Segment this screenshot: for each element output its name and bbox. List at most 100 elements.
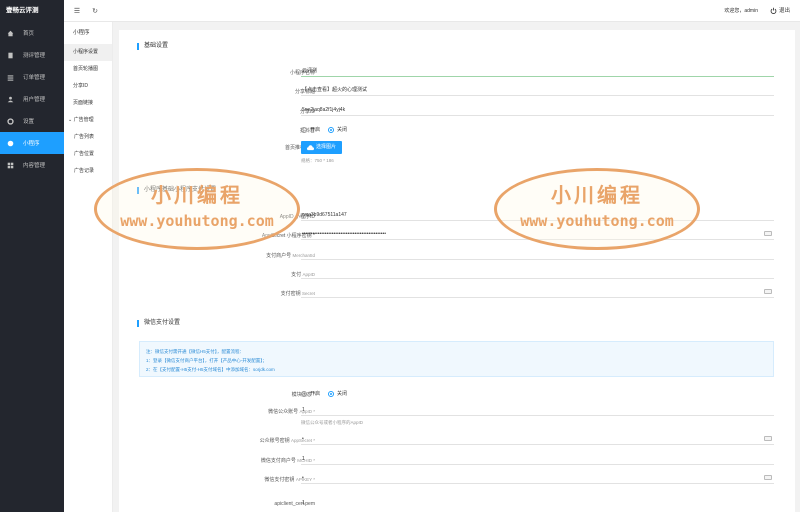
radio-on[interactable] — [301, 126, 307, 133]
subnav-item-share-id[interactable]: 分享ID — [64, 78, 112, 95]
sidebar-item-label: 用户管理 — [23, 97, 46, 103]
name-input[interactable]: 云评测 — [301, 66, 774, 77]
sidebar-item-label: 小程序 — [23, 141, 40, 147]
watermark-line2: www.youhutong.com — [120, 212, 274, 230]
secret-value: ••••••••••••••••••••••••••••••••••••••••… — [302, 231, 387, 237]
form-row-mp-appid: 微信公众账号 AppID * 1 — [119, 405, 795, 419]
content-icon — [7, 162, 14, 169]
password-toggle-icon[interactable] — [764, 436, 772, 441]
sidebar-item-label: 设置 — [23, 119, 35, 125]
form-row-mode: 模块状态 * 开启 关闭 — [119, 388, 795, 402]
sidebar-item-label: 首页 — [23, 31, 35, 37]
apikey-value: • — [302, 475, 304, 481]
form-row-mchid: 微信支付商户号 MCHID * 1 — [119, 454, 795, 468]
watermark-line1: 小川编程 — [151, 183, 243, 207]
watermark-left: 小川编程 www.youhutong.com — [94, 168, 300, 250]
mp-secret-input[interactable]: • — [301, 434, 774, 445]
form-row-share-id: 分享ID 5ne2jaq8a2f1j4yj4k — [119, 105, 795, 119]
password-toggle-icon[interactable] — [764, 289, 772, 294]
topbar: ☰ ↻ 欢迎您，admin 退出 — [64, 0, 800, 22]
main-panel: 基础设置 小程序名称 云评测 分享标题 【点击查看】超火的心理测试 分享ID 5… — [119, 30, 795, 512]
radio-off[interactable] — [328, 390, 335, 397]
radio-off[interactable] — [328, 126, 335, 133]
watermark-right: 小川编程 www.youhutong.com — [494, 168, 700, 250]
subnav-item-ad-list[interactable]: 广告列表 — [64, 129, 112, 146]
form-row-share-title: 分享标题 【点击查看】超火的心理测试 — [119, 85, 795, 99]
logout-label: 退出 — [778, 8, 790, 14]
password-toggle-icon[interactable] — [764, 231, 772, 236]
apikey-input[interactable]: • — [301, 473, 774, 484]
subnav-item-settings[interactable]: 小程序设置 — [64, 44, 112, 61]
pay-secret-input[interactable] — [301, 287, 774, 298]
mchid-input[interactable]: 1 — [301, 454, 774, 465]
form-row-mp-secret: 公众账号密钥 AppSecret * • — [119, 434, 795, 448]
subnav-item-carousel[interactable]: 首页轮播图 — [64, 61, 112, 78]
radio-on-label: 开启 — [310, 127, 321, 133]
tiktok-radio-group: 开启 关闭 — [301, 126, 347, 133]
subnav-item-ad-position[interactable]: 广告位置 — [64, 146, 112, 163]
miniprogram-icon — [7, 140, 14, 147]
radio-on-label: 开启 — [310, 391, 321, 397]
sidebar-item-label: 测评管理 — [23, 53, 46, 59]
notice-line: 1：登录【微信支付商户平台】，打开【产品中心-开发配置】； — [146, 358, 267, 363]
list-icon — [7, 74, 14, 81]
subnav-item-page-links[interactable]: 页面链接 — [64, 95, 112, 112]
sidebar-item-home[interactable]: 首页 — [0, 22, 64, 44]
form-row-tiktok: 抖抖音 开启 关闭 — [119, 124, 795, 138]
sidebar-item-settings[interactable]: 设置 — [0, 110, 64, 132]
subnav-group-label: 广告管理 — [73, 117, 94, 123]
notice-line: 注：微信支付需开通【微信H5支付】，配置流程： — [146, 349, 245, 354]
form-row-pay-appid: 支付 AppID — [119, 268, 795, 282]
sidebar-item-label: 内容管理 — [23, 163, 46, 169]
form-row-merchant: 支付商户号 MerchantId — [119, 249, 795, 263]
form-row-cert: apiclient_cert.pem 1 — [119, 498, 795, 512]
form-row-pay-secret: 支付密钥 Secret — [119, 287, 795, 301]
password-toggle-icon[interactable] — [764, 475, 772, 480]
notice-line: 2：在【支付配置-H5支付-H5支付域名】中添加域名：sorjdk.com — [146, 367, 275, 372]
app-logo: 壹畅云评测 — [6, 7, 39, 14]
choose-image-button[interactable]: 选择图片 — [301, 141, 343, 154]
wechat-notice: 注：微信支付需开通【微信H5支付】，配置流程： 1：登录【微信支付商户平台】，打… — [139, 341, 774, 377]
power-icon — [770, 7, 777, 14]
file-icon — [7, 52, 14, 59]
mp-appid-hint: 微信公众号或者小程序的AppID — [301, 420, 364, 425]
subnav-item-ad-records[interactable]: 广告记录 — [64, 163, 112, 180]
mode-radio-group: 开启 关闭 — [301, 390, 347, 397]
sidebar-item-orders[interactable]: 订单管理 — [0, 66, 64, 88]
logout-button[interactable]: 退出 — [770, 6, 790, 14]
merchant-input[interactable] — [301, 249, 774, 260]
menu-toggle-icon[interactable]: ☰ — [72, 6, 82, 16]
user-icon — [7, 96, 14, 103]
home-icon — [7, 30, 14, 37]
sidebar-item-users[interactable]: 用户管理 — [0, 88, 64, 110]
sidebar: 壹畅云评测 首页 测评管理 订单管理 用户管理 设置 小程序 内容管理 — [0, 0, 64, 512]
subnav-title: 小程序 — [73, 30, 90, 36]
radio-off-label: 关闭 — [337, 391, 348, 397]
section-title-wechat: 微信支付设置 — [137, 320, 180, 327]
sidebar-item-miniprogram[interactable]: 小程序 — [0, 132, 64, 154]
sidebar-item-content[interactable]: 内容管理 — [0, 154, 64, 176]
refresh-icon[interactable]: ↻ — [90, 6, 100, 16]
welcome-text: 欢迎您，admin — [724, 8, 758, 14]
subnav: 小程序 小程序设置 首页轮播图 分享ID 页面链接 ⌄ 广告管理 广告列表 广告… — [64, 22, 113, 512]
gear-icon — [7, 117, 14, 125]
sidebar-item-label: 订单管理 — [23, 75, 46, 81]
mp-appid-input[interactable]: 1 — [301, 405, 774, 416]
mp-secret-value: • — [302, 436, 304, 442]
image-hint: 规格：750 * 186 — [301, 158, 334, 163]
cloud-upload-icon — [307, 144, 314, 150]
choose-image-label: 选择图片 — [316, 144, 337, 150]
share-title-input[interactable]: 【点击查看】超火的心理测试 — [301, 85, 774, 96]
section-title-basic: 基础设置 — [137, 43, 168, 50]
watermark-line1: 小川编程 — [551, 183, 643, 207]
share-id-input[interactable]: 5ne2jaq8a2f1j4yj4k — [301, 105, 774, 116]
cert-input[interactable]: 1 — [301, 498, 774, 509]
subnav-group-ads[interactable]: ⌄ 广告管理 — [64, 112, 112, 129]
form-row-apikey: 微信支付密钥 APIKEY * • — [119, 473, 795, 487]
watermark-line2: www.youhutong.com — [520, 212, 674, 230]
sidebar-item-tests[interactable]: 测评管理 — [0, 44, 64, 66]
pay-appid-input[interactable] — [301, 268, 774, 279]
radio-off-label: 关闭 — [337, 127, 348, 133]
form-row-name: 小程序名称 云评测 — [119, 66, 795, 80]
radio-on[interactable] — [301, 390, 307, 397]
